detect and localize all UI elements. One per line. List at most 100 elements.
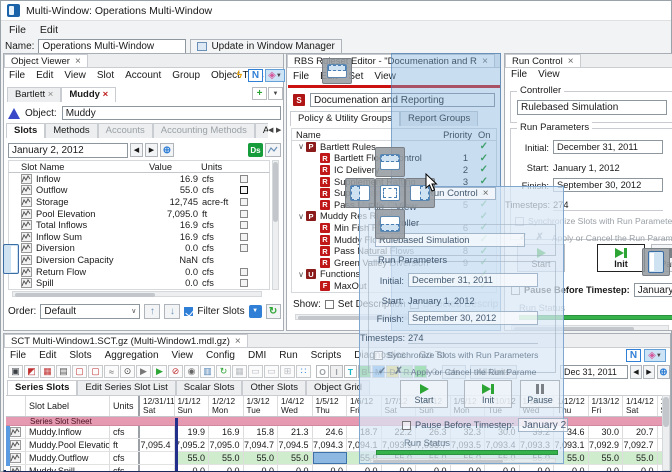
slot-table-hscrollbar[interactable] (12, 291, 262, 297)
grid-cell[interactable]: 0.0 (416, 465, 451, 471)
grid-cell[interactable]: 0.0 (623, 465, 658, 471)
dataset-badge[interactable]: Ds (248, 143, 263, 157)
update-window-manager-button[interactable]: Update in Window Manager (190, 39, 341, 54)
edit-cell-icon[interactable]: ▢ (72, 365, 87, 378)
dock-edge-indicator-right[interactable] (642, 248, 670, 276)
object-viewer-menu-item[interactable]: Group (172, 70, 200, 81)
expander-icon[interactable]: ∨ (296, 212, 306, 221)
open-object-icon[interactable]: N (248, 69, 263, 82)
grid-cell[interactable]: 0.0 (313, 465, 348, 471)
tab-scroll-right-icon[interactable]: ▶ (276, 126, 281, 134)
sct-menu-item[interactable]: Run (279, 350, 297, 361)
grid-cell[interactable]: 19.9 (175, 426, 210, 438)
expander-icon[interactable]: ∨ (296, 270, 306, 279)
object-viewer-tab[interactable]: Object Viewer× (4, 54, 88, 67)
grid-cell[interactable]: 55.0 (278, 452, 313, 464)
grid-cell[interactable]: 0.0 (520, 465, 555, 471)
object-viewer-menu-item[interactable]: View (64, 70, 86, 81)
finish-date-input[interactable]: September 30, 2012 (553, 178, 663, 192)
grid-cell[interactable] (140, 426, 175, 438)
sct-vscrollbar[interactable] (662, 395, 670, 471)
sct-sheet-tab[interactable]: Scalar Slots (176, 380, 243, 395)
grid-cell[interactable]: 55.0 (175, 452, 210, 464)
tab-policy-utility-groups[interactable]: Policy & Utility Groups (290, 111, 400, 126)
grid-cell[interactable]: 0.0 (175, 465, 210, 471)
date-column-header[interactable]: 1/1/12Sun (175, 396, 210, 416)
close-icon[interactable]: × (103, 89, 109, 100)
column-value[interactable]: Value (149, 162, 193, 172)
main-menu-item[interactable]: Edit (40, 24, 58, 36)
grid-cell[interactable]: 7,092.9 (589, 439, 624, 451)
grid-cell[interactable]: 7,094.5 (278, 439, 313, 451)
filter-slots-checkbox[interactable] (184, 307, 193, 316)
tab-list-button[interactable]: ▼ (268, 87, 283, 100)
grid-cell[interactable]: 0.0 (485, 465, 520, 471)
sct-sheet-tab[interactable]: Edit Series Slot List (77, 380, 175, 395)
sct-menu-item[interactable]: File (10, 350, 26, 361)
object-view-tab[interactable]: Slots (6, 123, 45, 138)
window-icon[interactable]: ▭ (248, 365, 263, 378)
grid-cell[interactable]: 55.0 (209, 452, 244, 464)
start-run-icon[interactable]: ▶ (152, 365, 167, 378)
controller-select[interactable]: Rulebased Simulation (517, 100, 667, 115)
snapshot-icon[interactable]: ◉ (184, 365, 199, 378)
sct-tab[interactable]: SCT Multi-Window1.SCT.gz (Multi-Window1.… (4, 334, 248, 347)
pivot-table-icon[interactable]: ◩ (24, 365, 39, 378)
run-control-menu-item[interactable]: View (538, 69, 560, 80)
grid-cell[interactable]: 55.0 (623, 452, 658, 464)
sct-sheet-tab[interactable]: Other Slots (242, 380, 306, 395)
grid-cell[interactable]: 0.0 (209, 465, 244, 471)
date-column-header[interactable]: 1/5/12Thu (313, 396, 348, 416)
sct-row-inflow[interactable]: Muddy.Inflow cfs 19.916.915.821.324.618.… (6, 426, 668, 439)
sct-date-input[interactable]: Dec 31, 2011 (560, 365, 628, 379)
grid-cell[interactable]: 0.0 (382, 465, 417, 471)
grid-cell[interactable]: 0.0 (589, 465, 624, 471)
columns-icon[interactable]: ▦ (232, 365, 247, 378)
badge-i[interactable]: I (330, 365, 343, 378)
close-icon[interactable]: × (48, 89, 54, 100)
init-button[interactable]: Init (597, 244, 645, 272)
grid-cell[interactable]: 0.0 (244, 465, 279, 471)
grid-cell[interactable]: 15.8 (244, 426, 279, 438)
grid-cell[interactable]: 0.0 (278, 465, 313, 471)
slot-table-icon[interactable]: ▦ (40, 365, 55, 378)
object-viewer-menu-item[interactable]: File (9, 70, 25, 81)
divider-dots-icon[interactable]: ∷ (296, 365, 311, 378)
badge-t[interactable]: T (344, 365, 357, 378)
name-input[interactable]: Operations Multi-Window (38, 39, 186, 54)
date-column-header[interactable]: 1/3/12Tue (244, 396, 279, 416)
move-down-button[interactable]: ↓ (164, 304, 180, 319)
prev-timestep-button[interactable]: ◀ (130, 143, 143, 157)
column-slot-label[interactable]: Slot Label (26, 396, 110, 416)
object-view-tab[interactable]: Methods (45, 123, 97, 138)
object-tab-bartlett[interactable]: Bartlett × (7, 87, 61, 102)
grid-cell[interactable] (140, 465, 175, 471)
main-menu-item[interactable]: File (9, 24, 26, 36)
slot-row[interactable]: Inflow Sum 16.9 cfs (9, 231, 269, 243)
column-units[interactable]: Units (193, 162, 233, 172)
plot-slot-icon[interactable] (265, 143, 281, 157)
slot-row[interactable]: Pool Elevation 7,095.0 ft (9, 208, 269, 220)
sct-menu-item[interactable]: Edit (39, 350, 56, 361)
initial-date-input[interactable]: December 31, 2011 (553, 140, 663, 154)
close-icon[interactable]: × (568, 56, 574, 67)
sct-menu-item[interactable]: Config (206, 350, 235, 361)
object-view-tab[interactable]: Accounts (98, 123, 153, 138)
sct-menu-item[interactable]: Scripts (311, 350, 342, 361)
timestep-icon[interactable]: ⊙ (120, 365, 135, 378)
next-timestep-button[interactable]: ▶ (145, 143, 158, 157)
object-viewer-menu-item[interactable]: Slot (97, 70, 114, 81)
share-view-icon[interactable]: ◈▼ (265, 69, 285, 82)
date-column-header[interactable]: 12/31/11Sat (140, 396, 175, 416)
grid-cell[interactable]: 55.0 (589, 452, 624, 464)
run-control-menu-item[interactable]: File (511, 69, 527, 80)
object-view-tab[interactable]: Accounting Methods (153, 123, 255, 138)
ruleset-menu-item[interactable]: File (293, 71, 309, 82)
share-view-icon[interactable]: ◈▼ (644, 349, 666, 362)
object-viewer-menu-item[interactable]: Account (125, 70, 161, 81)
grid-cell[interactable]: 0.0 (554, 465, 589, 471)
grid-cell[interactable]: 7,094.7 (244, 439, 279, 451)
grid-cell[interactable]: 7,095.0 (209, 439, 244, 451)
slot-row[interactable]: Spill 0.0 cfs (9, 277, 269, 289)
add-tab-button[interactable]: + (252, 87, 267, 100)
